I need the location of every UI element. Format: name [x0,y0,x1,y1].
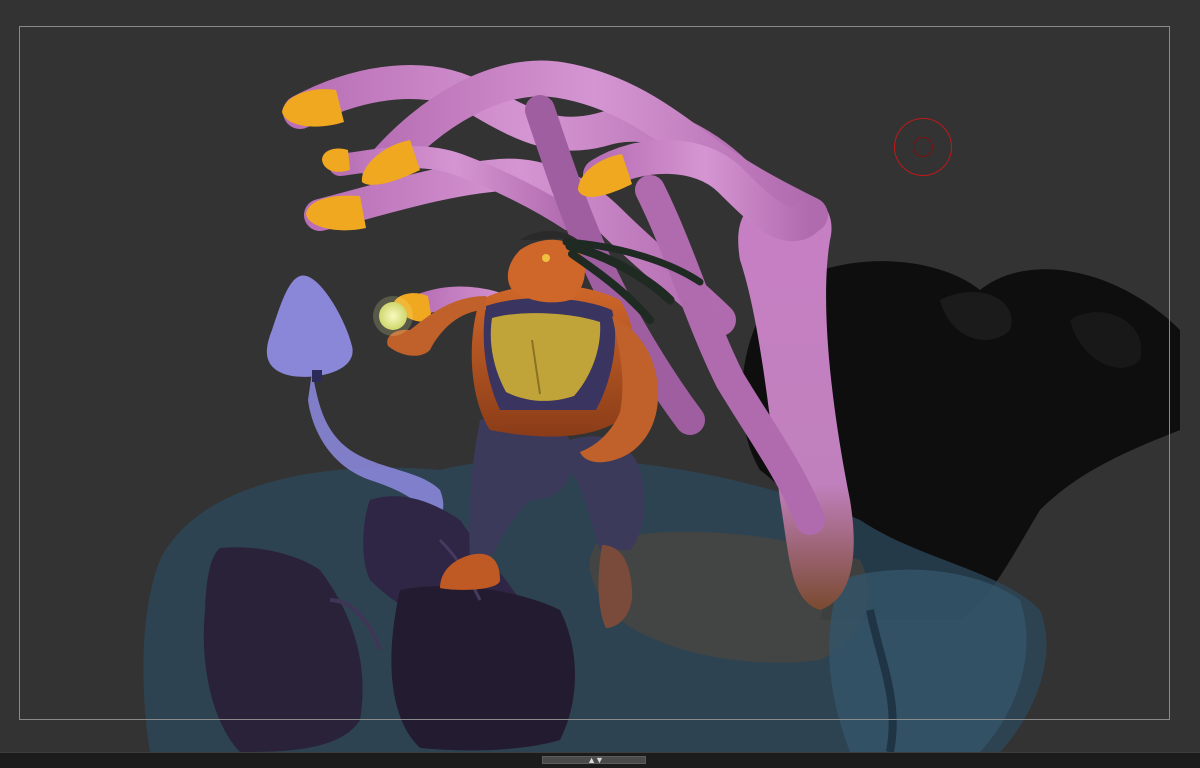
glow-orb [373,296,413,336]
3d-viewport[interactable] [0,0,1200,752]
brush-cursor-icon [894,118,952,176]
expand-collapse-icon[interactable]: ▲▼ [584,753,606,767]
bottom-tray-bar: ▲▼ [0,752,1200,768]
sculpt-scene [143,60,1180,752]
